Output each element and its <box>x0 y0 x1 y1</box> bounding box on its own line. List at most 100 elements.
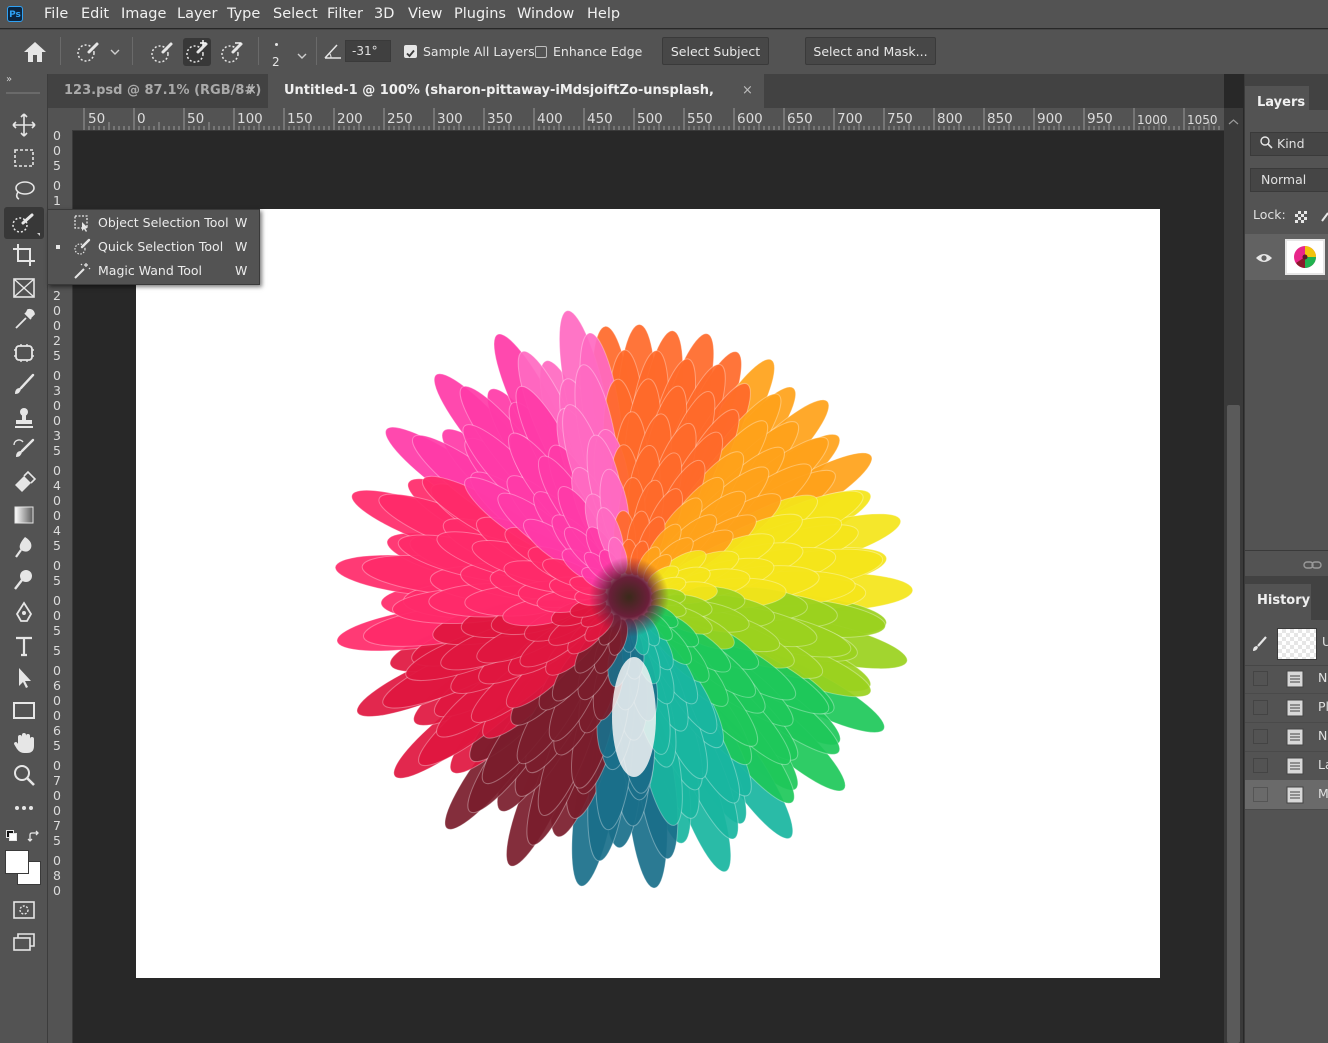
close-icon[interactable]: × <box>742 74 753 108</box>
move-tool-icon[interactable] <box>9 112 39 138</box>
object-selection-tool-item[interactable]: Object Selection Tool W <box>48 211 259 235</box>
ruler-label: 250 <box>387 111 413 127</box>
history-brush-source-box[interactable] <box>1253 671 1268 686</box>
dodge-tool-icon[interactable] <box>9 567 39 593</box>
rectangular-marquee-icon[interactable] <box>9 145 39 171</box>
lasso-icon[interactable] <box>9 177 39 203</box>
history-item[interactable]: Pl <box>1245 693 1328 723</box>
layer-row[interactable] <box>1245 234 1328 280</box>
screen-mode-icon[interactable] <box>9 929 39 955</box>
menu-image[interactable]: Image <box>121 0 166 28</box>
document-canvas[interactable] <box>136 209 1160 978</box>
sample-all-layers-checkbox[interactable] <box>404 45 417 58</box>
ruler-label: 7 <box>53 773 61 788</box>
chevron-down-icon[interactable] <box>296 46 308 65</box>
frame-tool-icon[interactable] <box>9 275 39 301</box>
link-layers-icon[interactable] <box>1303 557 1323 576</box>
collapse-icon[interactable]: » <box>6 74 12 85</box>
ruler-label: 50 <box>187 111 205 127</box>
history-brush-source-box[interactable] <box>1253 758 1268 773</box>
history-snapshot[interactable]: U <box>1245 622 1328 666</box>
more-tools-icon[interactable] <box>9 795 39 821</box>
eyedropper-icon[interactable] <box>9 307 39 333</box>
layer-filter-kind[interactable]: Kind <box>1250 132 1328 156</box>
tab-123-psd[interactable]: 123.psd @ 87.1% (RGB/8#) × <box>48 74 268 108</box>
menu-edit[interactable]: Edit <box>81 0 109 28</box>
eraser-icon[interactable] <box>9 469 39 495</box>
menu-view[interactable]: View <box>408 0 442 28</box>
tab-layers[interactable]: Layers <box>1245 86 1309 122</box>
swap-colors-icon[interactable] <box>27 829 41 848</box>
ruler-origin[interactable] <box>48 108 72 130</box>
history-brush-source-box[interactable] <box>1253 729 1268 744</box>
enhance-edge-label[interactable]: Enhance Edge <box>553 44 642 59</box>
document-icon <box>1285 698 1305 722</box>
new-selection-icon[interactable] <box>148 38 176 66</box>
photoshop-logo[interactable]: Ps <box>7 6 23 22</box>
ruler-label: 5 <box>53 738 61 753</box>
quick-selection-tool-item[interactable]: Quick Selection Tool W <box>48 235 259 259</box>
history-item[interactable]: La <box>1245 751 1328 781</box>
path-selection-icon[interactable] <box>9 665 39 691</box>
horizontal-ruler[interactable]: 50 0 50 100 150 200 250 300 350 400 450 … <box>72 108 1224 131</box>
foreground-color-swatch[interactable] <box>5 850 29 874</box>
pen-tool-icon[interactable] <box>9 600 39 626</box>
history-brush-source-box[interactable] <box>1253 700 1268 715</box>
history-item[interactable]: Ne <box>1245 722 1328 752</box>
tool-preset-icon[interactable] <box>75 40 121 68</box>
blur-tool-icon[interactable] <box>9 534 39 560</box>
hand-tool-icon[interactable] <box>9 730 39 756</box>
menu-3d[interactable]: 3D <box>374 0 394 28</box>
menu-filter[interactable]: Filter <box>327 0 363 28</box>
magic-wand-icon <box>73 262 91 288</box>
enhance-edge-checkbox[interactable] <box>535 46 547 58</box>
ruler-label: 6 <box>53 678 61 693</box>
blend-mode-select[interactable]: Normal <box>1250 168 1328 192</box>
eye-icon[interactable] <box>1255 250 1273 269</box>
ruler-label: 0 <box>53 608 61 623</box>
history-brush-icon[interactable] <box>9 437 39 463</box>
zoom-tool-icon[interactable] <box>9 762 39 788</box>
lock-image-pixels-icon[interactable] <box>1321 208 1328 222</box>
spot-healing-icon[interactable] <box>9 340 39 366</box>
menu-type[interactable]: Type <box>227 0 260 28</box>
menu-help[interactable]: Help <box>587 0 620 28</box>
menu-window[interactable]: Window <box>517 0 574 28</box>
select-subject-button[interactable]: Select Subject <box>662 37 769 65</box>
menu-layer[interactable]: Layer <box>177 0 217 28</box>
magic-wand-tool-item[interactable]: Magic Wand Tool W <box>48 259 259 283</box>
rectangle-tool-icon[interactable] <box>9 697 39 723</box>
ruler-label: 0 <box>53 788 61 803</box>
type-tool-icon[interactable] <box>9 633 39 659</box>
home-icon[interactable] <box>22 40 48 68</box>
default-colors-icon[interactable] <box>6 830 17 841</box>
subtract-from-selection-icon[interactable] <box>218 38 246 66</box>
brush-size-picker[interactable]: 2 <box>268 36 286 69</box>
quick-mask-icon[interactable] <box>9 897 39 923</box>
menu-file[interactable]: File <box>44 0 68 28</box>
ruler-label: 0 <box>53 508 61 523</box>
brush-tool-icon[interactable] <box>9 372 39 398</box>
add-to-selection-icon[interactable] <box>183 38 211 66</box>
tab-untitled-1[interactable]: Untitled-1 @ 100% (sharon-pittaway-iMdsj… <box>268 74 764 132</box>
scrollbar-thumb[interactable] <box>1227 405 1240 1043</box>
history-item[interactable]: Ne <box>1245 664 1328 694</box>
history-brush-source-icon[interactable] <box>1250 634 1270 658</box>
close-icon[interactable]: × <box>246 74 257 108</box>
ruler-label: 850 <box>987 111 1013 127</box>
menu-plugins[interactable]: Plugins <box>454 0 506 28</box>
angle-field[interactable]: -31° <box>345 40 391 62</box>
crop-tool-icon[interactable] <box>9 242 39 268</box>
lock-transparent-pixels-icon[interactable] <box>1295 208 1307 223</box>
ruler-label: 550 <box>687 111 713 127</box>
history-item-current[interactable]: M <box>1245 780 1328 810</box>
tab-history[interactable]: History <box>1245 584 1311 620</box>
gradient-icon[interactable] <box>9 502 39 528</box>
history-brush-source-box[interactable] <box>1253 787 1268 802</box>
clone-stamp-icon[interactable] <box>9 405 39 431</box>
menu-select[interactable]: Select <box>273 0 318 28</box>
quick-selection-tool-icon[interactable] <box>4 207 44 239</box>
ruler-label: 0 <box>53 318 61 333</box>
sample-all-layers-label[interactable]: Sample All Layers <box>423 44 535 59</box>
select-and-mask-button[interactable]: Select and Mask... <box>805 37 936 65</box>
